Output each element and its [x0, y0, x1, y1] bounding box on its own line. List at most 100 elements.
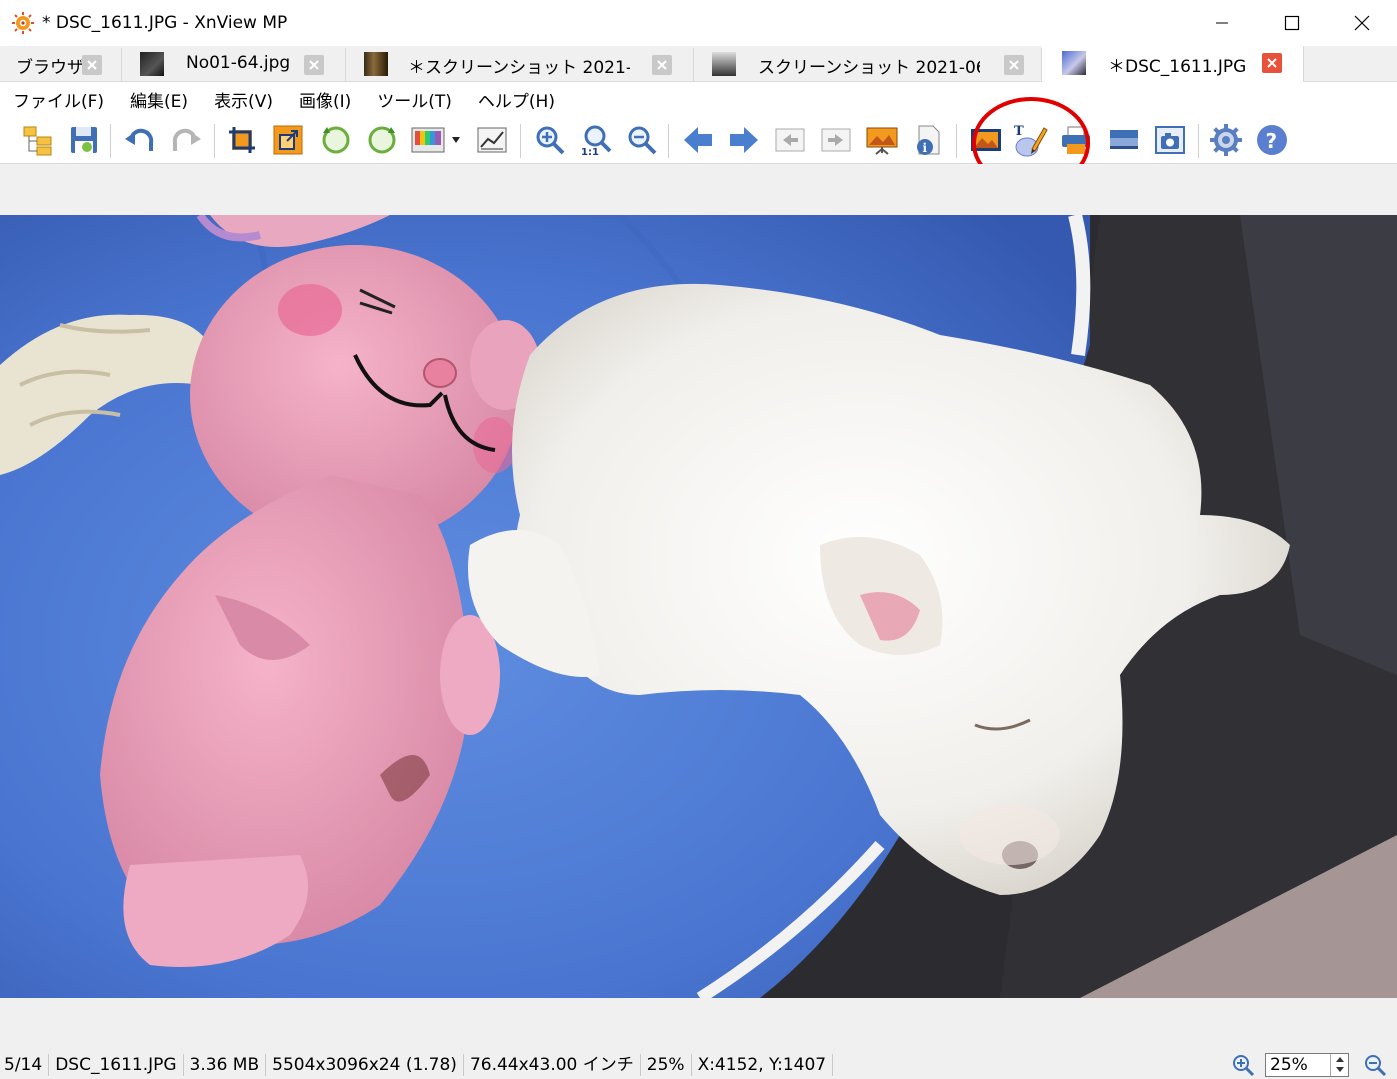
xnview-logo-icon	[10, 10, 36, 36]
rotate-left-button[interactable]	[318, 122, 354, 158]
browser-button[interactable]	[20, 122, 56, 158]
levels-button[interactable]	[474, 122, 510, 158]
minimize-button[interactable]	[1187, 0, 1257, 46]
tab-screenshot-modified[interactable]: ＊スクリーンショット 2021-06-...	[346, 48, 694, 82]
screenshot-button[interactable]	[1152, 122, 1188, 158]
resize-icon	[273, 125, 303, 155]
status-filesize: 3.36 MB	[184, 1053, 267, 1076]
previous-icon	[684, 127, 712, 153]
tab-browser[interactable]: ブラウザ	[0, 48, 122, 82]
redo-icon	[172, 128, 201, 151]
spin-up-icon[interactable]	[1331, 1054, 1348, 1065]
close-icon	[309, 60, 319, 70]
print-icon	[1062, 126, 1090, 154]
zoom-out-icon	[628, 126, 657, 155]
previous-button[interactable]	[680, 122, 716, 158]
add-text-draw-icon: T	[1014, 124, 1048, 157]
window-controls	[1187, 0, 1397, 46]
status-coordinates: X:4152, Y:1407	[692, 1053, 834, 1076]
help-button[interactable]: ?	[1254, 122, 1290, 158]
rotate-right-button[interactable]	[364, 122, 400, 158]
tab-close-button[interactable]	[304, 55, 324, 75]
set-wallpaper-button[interactable]	[968, 122, 1004, 158]
rotate-left-icon	[322, 126, 350, 154]
tab-label: No01-64.jpg	[186, 53, 291, 73]
toolbar-separator	[520, 124, 521, 158]
menu-tools[interactable]: ツール(T)	[364, 87, 452, 112]
zoom-out-button[interactable]	[624, 122, 660, 158]
image-thumbnail	[712, 52, 736, 76]
scan-button[interactable]	[1106, 122, 1142, 158]
zoom-1to1-button[interactable]: 1:1	[578, 122, 614, 158]
status-zoom: 25%	[641, 1053, 692, 1076]
settings-button[interactable]	[1208, 122, 1244, 158]
status-dimensions: 5504x3096x24 (1.78)	[266, 1053, 464, 1076]
tab-label: スクリーンショット 2021-06-09...	[758, 58, 980, 78]
tab-close-button[interactable]	[1262, 53, 1282, 73]
adjust-colors-icon	[411, 127, 460, 153]
scan-icon	[1110, 130, 1138, 149]
print-button[interactable]	[1058, 122, 1094, 158]
image-viewer[interactable]	[0, 164, 1397, 1050]
toolbar: 1:1 i T ?	[0, 116, 1397, 164]
save-button[interactable]	[66, 122, 102, 158]
zoom-value: 25%	[1270, 1054, 1308, 1075]
xnview-window: * DSC_1611.JPG - XnView MP ブラウザ No01-64.…	[0, 0, 1397, 1079]
zoom-in-button[interactable]	[532, 122, 568, 158]
tab-label: ブラウザ	[16, 58, 84, 78]
close-window-button[interactable]	[1327, 0, 1397, 46]
menu-edit[interactable]: 編集(E)	[117, 87, 188, 112]
tab-no01-64[interactable]: No01-64.jpg	[122, 48, 346, 82]
zoom-in-icon	[1233, 1054, 1255, 1076]
zoom-spinner[interactable]	[1330, 1053, 1348, 1076]
resize-button[interactable]	[270, 122, 306, 158]
properties-icon: i	[917, 125, 940, 155]
slideshow-button[interactable]	[864, 122, 900, 158]
close-icon	[87, 60, 97, 70]
status-zoom-in-button[interactable]	[1231, 1053, 1255, 1077]
menu-view[interactable]: 表示(V)	[201, 87, 273, 112]
menu-help[interactable]: ヘルプ(H)	[465, 87, 555, 112]
close-icon	[1009, 60, 1019, 70]
first-page-button[interactable]	[772, 122, 808, 158]
zoom-1to1-icon: 1:1	[581, 125, 612, 157]
close-icon	[1354, 15, 1370, 31]
menu-image[interactable]: 画像(I)	[286, 87, 351, 112]
zoom-control: 25%	[1231, 1050, 1397, 1079]
add-text-draw-button[interactable]: T	[1012, 122, 1048, 158]
tab-close-button[interactable]	[82, 55, 102, 75]
image-thumbnail	[1062, 51, 1086, 75]
close-icon	[657, 60, 667, 70]
toolbar-separator	[214, 124, 215, 158]
tab-close-button[interactable]	[1004, 55, 1024, 75]
status-image-index: 5/14	[0, 1053, 50, 1076]
maximize-icon	[1284, 15, 1300, 31]
slideshow-icon	[866, 127, 898, 155]
zoom-input[interactable]: 25%	[1265, 1052, 1349, 1077]
tab-close-button[interactable]	[652, 55, 672, 75]
browser-icon	[23, 126, 52, 156]
last-page-button[interactable]	[818, 122, 854, 158]
last-page-icon	[821, 128, 851, 152]
set-wallpaper-icon	[971, 129, 1001, 151]
zoom-in-icon	[536, 126, 565, 155]
undo-button[interactable]	[122, 122, 158, 158]
crop-button[interactable]	[224, 122, 260, 158]
tab-dsc-1611[interactable]: ＊DSC_1611.JPG	[1042, 46, 1304, 82]
tab-bar: ブラウザ No01-64.jpg ＊スクリーンショット 2021-06-... …	[0, 46, 1397, 82]
toolbar-separator	[956, 124, 957, 158]
status-zoom-out-button[interactable]	[1363, 1053, 1387, 1077]
tab-screenshot[interactable]: スクリーンショット 2021-06-09...	[694, 48, 1042, 82]
adjust-colors-button[interactable]	[410, 122, 460, 158]
menu-file[interactable]: ファイル(F)	[0, 87, 104, 112]
next-button[interactable]	[726, 122, 762, 158]
crop-icon	[229, 127, 255, 153]
maximize-button[interactable]	[1257, 0, 1327, 46]
tab-label: ＊DSC_1611.JPG	[1108, 57, 1247, 77]
screenshot-icon	[1155, 126, 1185, 154]
redo-button[interactable]	[168, 122, 204, 158]
properties-button[interactable]: i	[910, 122, 946, 158]
displayed-photo	[0, 215, 1397, 998]
spin-down-icon[interactable]	[1331, 1065, 1348, 1076]
close-icon	[1267, 58, 1277, 68]
